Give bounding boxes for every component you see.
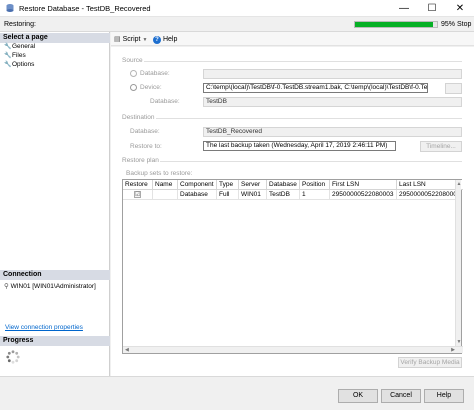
horizontal-scrollbar[interactable]: ◀ ▶ bbox=[123, 346, 463, 353]
column-header-name[interactable]: Name bbox=[153, 180, 178, 190]
browse-device-button[interactable] bbox=[445, 83, 462, 94]
device-radio-label: Device: bbox=[140, 84, 162, 91]
ok-button[interactable]: OK bbox=[338, 389, 378, 403]
server-icon: ⚲ bbox=[4, 283, 9, 290]
connection-info: ⚲ WIN01 [WIN01\Administrator] bbox=[4, 282, 96, 290]
scroll-down-icon[interactable]: ▼ bbox=[457, 339, 462, 345]
maximize-button[interactable]: ☐ bbox=[418, 0, 446, 17]
source-database-field[interactable]: TestDB bbox=[203, 97, 462, 107]
restore-to-field: The last backup taken (Wednesday, April … bbox=[203, 141, 396, 151]
toolbar: ▤ Script ▼ ? Help bbox=[111, 32, 474, 46]
column-header-server[interactable]: Server bbox=[239, 180, 267, 190]
scroll-right-icon[interactable]: ▶ bbox=[451, 347, 455, 353]
connection-header: Connection bbox=[0, 270, 110, 280]
source-divider bbox=[144, 61, 462, 62]
destination-database-label: Database: bbox=[130, 128, 160, 135]
page-general[interactable]: 🔧General bbox=[4, 43, 35, 51]
device-field[interactable]: C:\temp\(local)\TestDB\f-0.TestDB.stream… bbox=[203, 83, 428, 93]
page-files-label: Files bbox=[12, 52, 26, 59]
column-header-database[interactable]: Database bbox=[267, 180, 300, 190]
page-options[interactable]: 🔧Options bbox=[4, 61, 34, 69]
help-label: Help bbox=[162, 36, 178, 43]
help-icon: ? bbox=[153, 36, 161, 44]
server-cell: WIN01 bbox=[239, 190, 267, 200]
cancel-button[interactable]: Cancel bbox=[381, 389, 421, 403]
column-header-component[interactable]: Component bbox=[178, 180, 217, 190]
type-cell: Full bbox=[217, 190, 239, 200]
position-cell: 1 bbox=[300, 190, 330, 200]
backup-sets-grid: Restore Name Component Type Server Datab… bbox=[122, 179, 463, 354]
left-panel: Select a page 🔧General 🔧Files 🔧Options C… bbox=[0, 32, 110, 376]
title-bar: Restore Database - TestDB_Recovered — ☐ … bbox=[0, 0, 474, 17]
column-header-last-lsn[interactable]: Last LSN bbox=[397, 180, 457, 190]
restore-progress-bar bbox=[354, 21, 438, 28]
status-label: Restoring: bbox=[4, 21, 36, 28]
database-radio-label: Database: bbox=[140, 70, 170, 77]
script-label: Script bbox=[122, 36, 141, 43]
restore-plan-group-label: Restore plan bbox=[122, 157, 159, 164]
page-options-label: Options bbox=[12, 61, 35, 68]
restore-checkbox[interactable]: ☑ bbox=[134, 191, 141, 198]
last-lsn-cell: 29500000522080001 bbox=[397, 190, 457, 200]
help-button[interactable]: ? Help bbox=[153, 35, 177, 44]
window-title: Restore Database - TestDB_Recovered bbox=[19, 4, 151, 13]
restore-to-label: Restore to: bbox=[130, 143, 162, 150]
stop-button[interactable]: Stop bbox=[457, 21, 471, 28]
backup-sets-label: Backup sets to restore: bbox=[126, 170, 193, 177]
vertical-scrollbar[interactable]: ▲ ▼ bbox=[455, 180, 461, 346]
scroll-left-icon[interactable]: ◀ bbox=[125, 347, 129, 353]
minimize-button[interactable]: — bbox=[390, 0, 418, 17]
grid-header: Restore Name Component Type Server Datab… bbox=[123, 180, 463, 190]
source-database-select[interactable] bbox=[203, 69, 462, 79]
timeline-button[interactable]: Timeline... bbox=[420, 141, 462, 152]
view-connection-properties-link[interactable]: View connection properties bbox=[5, 324, 83, 331]
close-button[interactable]: ✕ bbox=[446, 0, 474, 17]
first-lsn-cell: 29500000522080003 bbox=[330, 190, 397, 200]
progress-header: Progress bbox=[0, 336, 110, 346]
source-database-label: Database: bbox=[150, 98, 180, 105]
chevron-down-icon: ▼ bbox=[142, 37, 148, 43]
help-footer-button[interactable]: Help bbox=[424, 389, 464, 403]
script-button[interactable]: ▤ Script ▼ bbox=[114, 35, 147, 44]
script-icon: ▤ bbox=[114, 36, 121, 43]
component-cell: Database bbox=[178, 190, 217, 200]
name-cell bbox=[153, 190, 178, 200]
scroll-up-icon[interactable]: ▲ bbox=[457, 181, 462, 187]
column-header-restore[interactable]: Restore bbox=[123, 180, 153, 190]
progress-spinner-icon bbox=[6, 350, 20, 364]
progress-fill bbox=[355, 22, 433, 27]
connection-text: WIN01 [WIN01\Administrator] bbox=[10, 283, 96, 290]
restore-status-bar: Restoring: 95% Stop bbox=[0, 17, 474, 32]
database-radio[interactable] bbox=[130, 70, 137, 77]
wrench-icon: 🔧 bbox=[4, 53, 12, 59]
restore-plan-divider bbox=[160, 161, 462, 162]
table-row[interactable]: ☑ Database Full WIN01 TestDB 1 295000005… bbox=[123, 190, 457, 200]
wrench-icon: 🔧 bbox=[4, 44, 12, 50]
database-cell: TestDB bbox=[267, 190, 300, 200]
page-general-label: General bbox=[12, 43, 36, 50]
restore-cell[interactable]: ☑ bbox=[123, 190, 153, 200]
page-files[interactable]: 🔧Files bbox=[4, 52, 26, 60]
destination-group-label: Destination bbox=[122, 114, 155, 121]
column-header-position[interactable]: Position bbox=[300, 180, 330, 190]
column-header-type[interactable]: Type bbox=[217, 180, 239, 190]
destination-database-field[interactable]: TestDB_Recovered bbox=[203, 127, 462, 137]
destination-divider bbox=[156, 118, 462, 119]
select-page-header: Select a page bbox=[0, 33, 110, 43]
device-radio[interactable] bbox=[130, 84, 137, 91]
restore-database-icon bbox=[6, 4, 14, 12]
verify-backup-media-button[interactable]: Verify Backup Media bbox=[398, 357, 462, 368]
progress-percent: 95% bbox=[441, 21, 456, 28]
source-group-label: Source bbox=[122, 57, 143, 64]
dialog-footer: OK Cancel Help bbox=[0, 376, 474, 410]
column-header-first-lsn[interactable]: First LSN bbox=[330, 180, 397, 190]
wrench-icon: 🔧 bbox=[4, 62, 12, 68]
